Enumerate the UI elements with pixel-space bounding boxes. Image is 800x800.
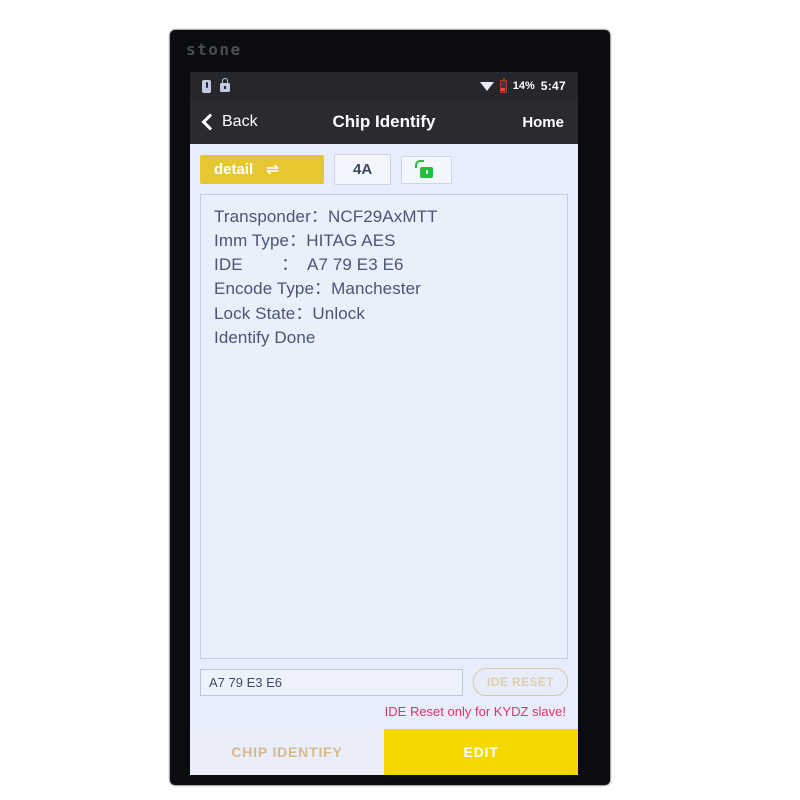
clock-label: 5:47 bbox=[540, 79, 566, 93]
nav-bar: Back Chip Identify Home bbox=[190, 100, 578, 144]
bottom-tab-bar: CHIP IDENTIFY EDIT bbox=[190, 729, 578, 775]
swap-arrows-icon: ⇌ bbox=[266, 161, 279, 178]
device-screen: 14% 5:47 Back Chip Identify Home detail bbox=[190, 72, 578, 775]
status-bar: 14% 5:47 bbox=[190, 72, 578, 100]
unlock-icon bbox=[415, 159, 434, 178]
detail-button-label: detail bbox=[214, 161, 254, 178]
info-line-imm-type: Imm Type：HITAG AES bbox=[214, 231, 396, 251]
ide-input-row: IDE RESET bbox=[200, 659, 568, 700]
ide-reset-button[interactable]: IDE RESET bbox=[473, 668, 568, 696]
info-line-lock-state: Lock State：Unlock bbox=[214, 303, 365, 323]
warning-row: IDE Reset only for KYDZ slave! bbox=[200, 700, 568, 729]
tab-chip-identify[interactable]: CHIP IDENTIFY bbox=[190, 729, 384, 775]
info-line-transponder: Transponder：NCF29AxMTT bbox=[214, 207, 438, 226]
status-bar-left bbox=[202, 78, 230, 93]
chip-info-panel: Transponder：NCF29AxMTT Imm Type：HITAG AE… bbox=[200, 194, 568, 659]
back-button-label: Back bbox=[222, 113, 258, 130]
page-4a-button[interactable]: 4A bbox=[334, 154, 392, 185]
detail-toggle-button[interactable]: detail ⇌ bbox=[200, 155, 324, 184]
wifi-icon bbox=[479, 81, 494, 91]
info-line-ide: IDE ： A7 79 E3 E6 bbox=[214, 255, 404, 275]
chevron-left-icon bbox=[201, 113, 219, 131]
battery-icon bbox=[499, 77, 507, 93]
info-line-encode-type: Encode Type：Manchester bbox=[214, 279, 421, 299]
page-root: stone 14% 5:47 Back Chip Identify Home d… bbox=[0, 0, 800, 800]
tab-edit[interactable]: EDIT bbox=[384, 729, 578, 775]
battery-percent-label: 14% bbox=[512, 80, 535, 92]
home-button[interactable]: Home bbox=[522, 114, 564, 131]
unlock-toggle-button[interactable] bbox=[401, 155, 453, 184]
toolbar: detail ⇌ 4A bbox=[200, 154, 568, 185]
device-bezel: stone 14% 5:47 Back Chip Identify Home d… bbox=[170, 30, 610, 785]
device-brand-logo: stone bbox=[186, 40, 242, 59]
content-area: detail ⇌ 4A Transponder：NCF29AxMTT Imm T… bbox=[190, 144, 578, 775]
ide-input[interactable] bbox=[200, 668, 464, 696]
warning-text: IDE Reset only for KYDZ slave! bbox=[384, 704, 566, 719]
sim-icon bbox=[202, 79, 211, 93]
info-line-status: Identify Done bbox=[214, 327, 316, 347]
lock-icon bbox=[220, 78, 230, 92]
status-bar-right: 14% 5:47 bbox=[479, 77, 566, 93]
back-button[interactable]: Back bbox=[201, 113, 258, 131]
